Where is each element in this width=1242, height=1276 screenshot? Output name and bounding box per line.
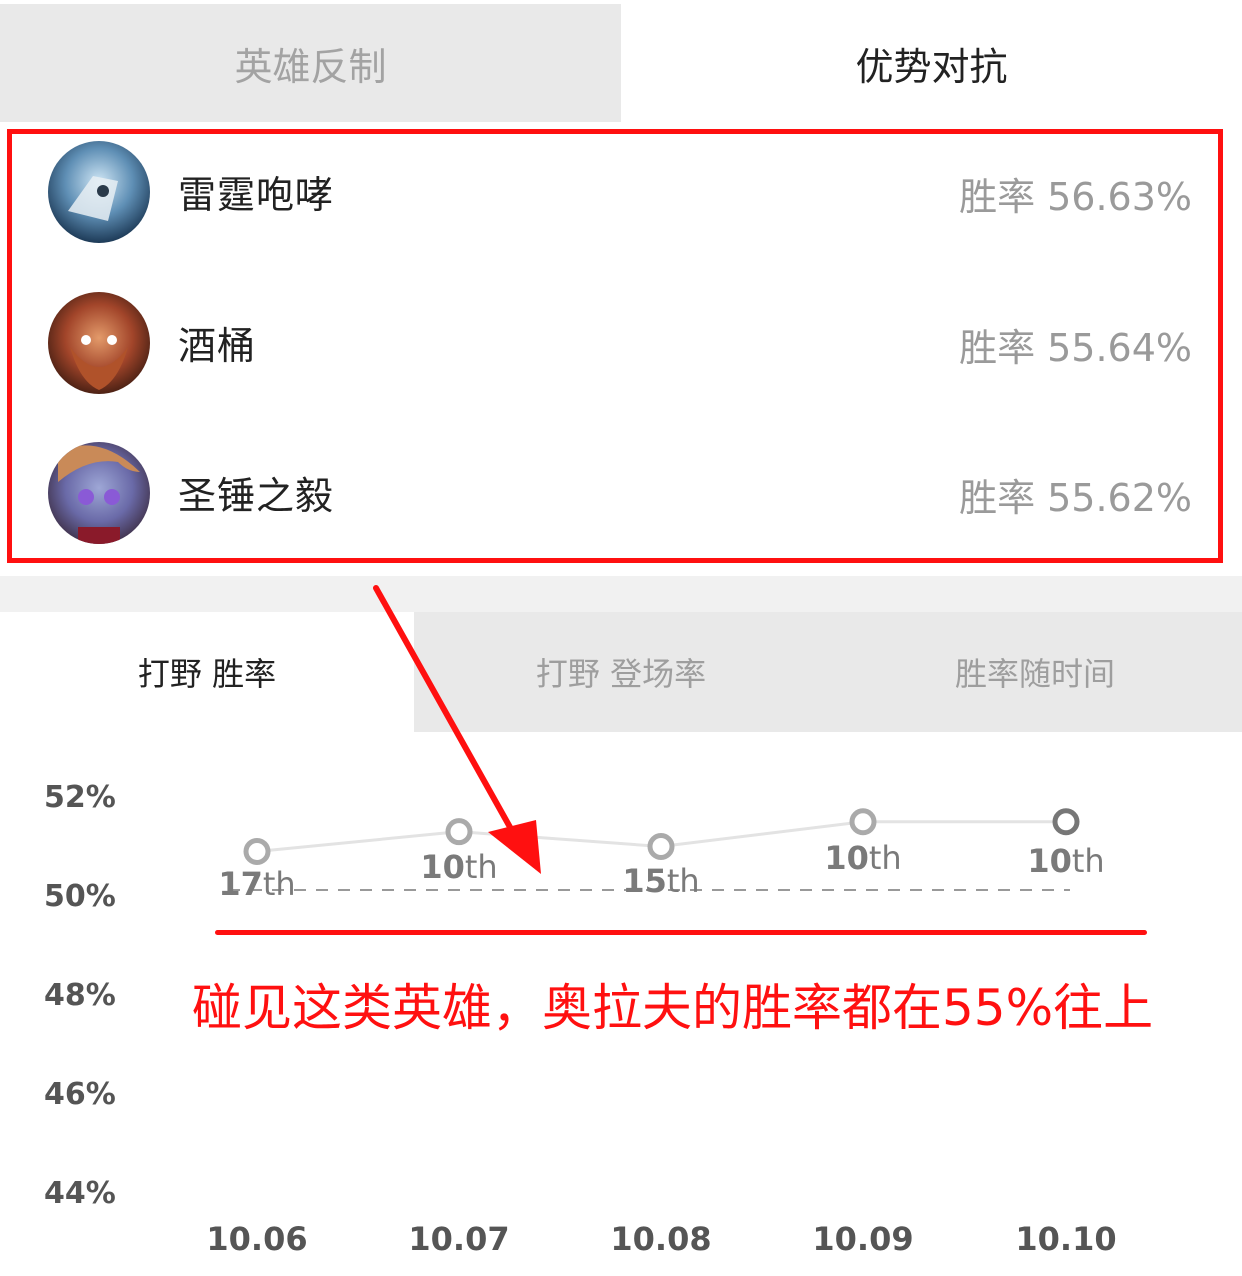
data-point bbox=[1052, 808, 1080, 836]
data-point bbox=[647, 833, 675, 860]
x-tick-label: 10.09 bbox=[812, 1220, 914, 1258]
x-tick-label: 10.06 bbox=[206, 1220, 308, 1258]
rank-label: 10th bbox=[420, 848, 498, 886]
rank-label: 10th bbox=[824, 839, 902, 877]
x-tick-label: 10.08 bbox=[610, 1220, 712, 1258]
annotation-text: 碰见这类英雄，奥拉夫的胜率都在55%往上 bbox=[192, 979, 1154, 1037]
rank-label: 10th bbox=[1027, 842, 1105, 880]
x-tick-label: 10.10 bbox=[1015, 1220, 1117, 1258]
annotation-underline bbox=[215, 930, 1147, 935]
win-rate-chart bbox=[228, 808, 1080, 891]
data-point bbox=[243, 837, 271, 865]
x-tick-label: 10.07 bbox=[408, 1220, 510, 1258]
data-point bbox=[849, 808, 877, 836]
rank-label: 17th bbox=[218, 865, 296, 903]
data-point bbox=[445, 818, 473, 846]
rank-label: 15th bbox=[622, 862, 700, 900]
